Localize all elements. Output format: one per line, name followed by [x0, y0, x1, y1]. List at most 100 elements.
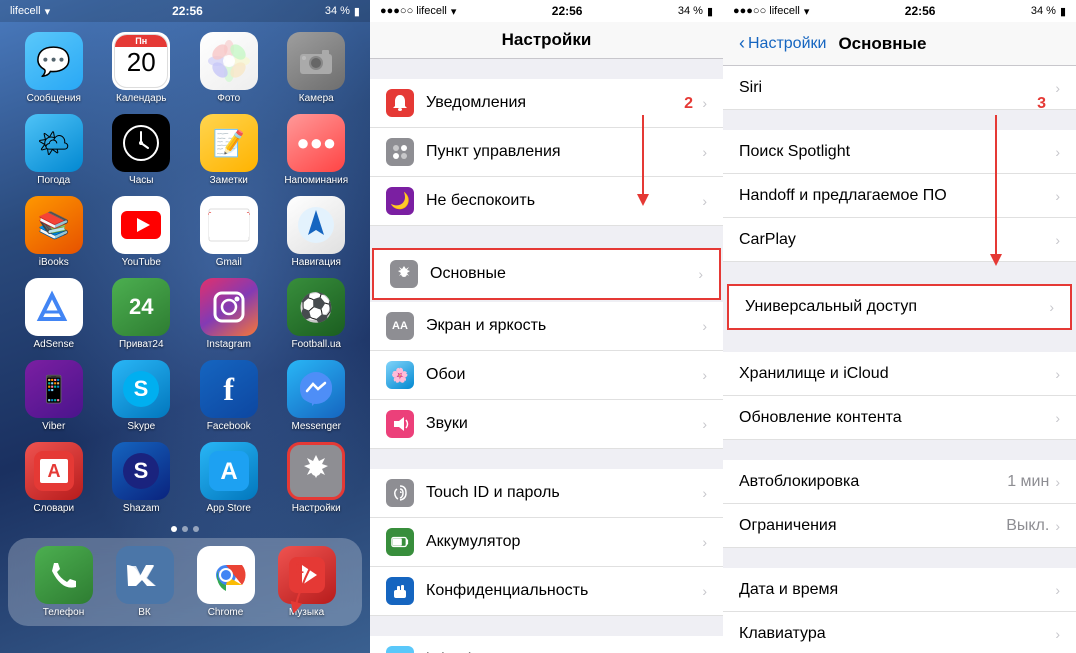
dot-1 [171, 526, 177, 532]
app-item-weather[interactable]: 🌤 Погода [15, 114, 93, 186]
app-icon-football[interactable]: ⚽ [287, 278, 345, 336]
app-icon-messages[interactable]: 💬 [25, 32, 83, 90]
settings-row-control[interactable]: Пункт управления › [370, 128, 723, 177]
app-icon-privat24[interactable]: 24 [112, 278, 170, 336]
app-item-messages[interactable]: 💬 Сообщения [15, 32, 93, 104]
app-icon-youtube[interactable] [112, 196, 170, 254]
dock-label-chrome: Chrome [208, 607, 244, 618]
app-icon-settings[interactable] [287, 442, 345, 500]
settings3-row-carplay[interactable]: CarPlay › [723, 218, 1076, 262]
battery: 34 % [325, 5, 350, 17]
settings3-row-autolock[interactable]: Автоблокировка 1 мин › [723, 460, 1076, 504]
wallpaper-icon: 🌸 [386, 361, 414, 389]
settings3-row-restrictions[interactable]: Ограничения Выкл. › [723, 504, 1076, 548]
app-icon-skype[interactable]: S [112, 360, 170, 418]
app-icon-instagram[interactable] [200, 278, 258, 336]
app-icon-camera[interactable] [287, 32, 345, 90]
settings3-row-storage[interactable]: Хранилище и iCloud › [723, 352, 1076, 396]
carrier: lifecell [10, 5, 41, 17]
app-icon-weather[interactable]: 🌤 [25, 114, 83, 172]
app-item-notes[interactable]: 📝 Заметки [190, 114, 268, 186]
settings-row-display[interactable]: AA Экран и яркость › [370, 302, 723, 351]
app-item-gmail[interactable]: Gmail [190, 196, 268, 268]
settings3-row-keyboard[interactable]: Клавиатура › [723, 612, 1076, 653]
app-item-navigation[interactable]: Навигация [278, 196, 356, 268]
app-item-instagram[interactable]: Instagram [190, 278, 268, 350]
settings-row-sounds[interactable]: Звуки › [370, 400, 723, 449]
app-item-messenger[interactable]: Messenger [278, 360, 356, 432]
app-item-youtube[interactable]: YouTube [103, 196, 181, 268]
viber-emoji: 📱 [38, 374, 70, 405]
app-label-shazam: Shazam [123, 503, 160, 514]
settings-row-notifications[interactable]: Уведомления › [370, 79, 723, 128]
app-item-skype[interactable]: S Skype [103, 360, 181, 432]
spotlight-chevron: › [1055, 144, 1060, 160]
dock-chrome[interactable]: Chrome [197, 546, 255, 618]
app-icon-gmail[interactable] [200, 196, 258, 254]
wifi-icon: ▾ [45, 5, 51, 18]
app-icon-reminders[interactable]: ●●● [287, 114, 345, 172]
app-icon-messenger[interactable] [287, 360, 345, 418]
back-button[interactable]: ‹ Настройки [739, 33, 826, 54]
app-item-calendar[interactable]: Пн 20 Календарь [103, 32, 181, 104]
app-item-reminders[interactable]: ●●● Напоминания [278, 114, 356, 186]
settings3-row-siri[interactable]: Siri › [723, 66, 1076, 110]
settings-row-general[interactable]: Основные › [372, 248, 721, 300]
touchid-label: Touch ID и пароль [426, 484, 702, 502]
app-icon-clock[interactable] [112, 114, 170, 172]
notifications-icon [386, 89, 414, 117]
app-item-ibooks[interactable]: 📚 iBooks [15, 196, 93, 268]
app-item-adsense[interactable]: AdSense [15, 278, 93, 350]
settings-row-wallpaper[interactable]: 🌸 Обои › [370, 351, 723, 400]
app-item-clock[interactable]: Часы [103, 114, 181, 186]
app-item-football[interactable]: ⚽ Football.ua [278, 278, 356, 350]
settings3-row-universal[interactable]: Универсальный доступ › [727, 284, 1072, 330]
settings-row-battery[interactable]: Аккумулятор › [370, 518, 723, 567]
app-icon-calendar[interactable]: Пн 20 [112, 32, 170, 90]
app-item-facebook[interactable]: f Facebook [190, 360, 268, 432]
settings3-row-spotlight[interactable]: Поиск Spotlight › [723, 130, 1076, 174]
settings3-row-handoff[interactable]: Handoff и предлагаемое ПО › [723, 174, 1076, 218]
settings-row-privacy[interactable]: Конфиденциальность › [370, 567, 723, 616]
settings-row-dnd[interactable]: 🌙 Не беспокоить › [370, 177, 723, 226]
storage-chevron: › [1055, 366, 1060, 382]
app-icon-slovari[interactable]: A [25, 442, 83, 500]
settings-row-icloud[interactable]: iCloud › [370, 636, 723, 653]
app-item-settings[interactable]: Настройки [278, 442, 356, 514]
dock-phone[interactable]: Телефон [35, 546, 93, 618]
app-icon-facebook[interactable]: f [200, 360, 258, 418]
status-bar-phone1: lifecell ▾ 22:56 34 % ▮ [0, 0, 370, 22]
app-label-camera: Камера [299, 93, 334, 104]
settings3-row-content[interactable]: Обновление контента › [723, 396, 1076, 440]
app-icon-ibooks[interactable]: 📚 [25, 196, 83, 254]
app-item-appstore[interactable]: A App Store [190, 442, 268, 514]
status-bar-phone2: ●●●○○ lifecell ▾ 22:56 34 % ▮ [370, 0, 723, 22]
settings3-row-datetime[interactable]: Дата и время › [723, 568, 1076, 612]
app-icon-viber[interactable]: 📱 [25, 360, 83, 418]
app-item-shazam[interactable]: S Shazam [103, 442, 181, 514]
app-icon-photos[interactable] [200, 32, 258, 90]
app-icon-shazam[interactable]: S [112, 442, 170, 500]
app-item-viber[interactable]: 📱 Viber [15, 360, 93, 432]
dock-icon-vk[interactable] [116, 546, 174, 604]
app-item-photos[interactable]: Фото [190, 32, 268, 104]
settings-row-touchid[interactable]: Touch ID и пароль › [370, 469, 723, 518]
app-label-weather: Погода [37, 175, 70, 186]
app-icon-notes[interactable]: 📝 [200, 114, 258, 172]
app-icon-adsense[interactable] [25, 278, 83, 336]
dock-icon-chrome[interactable] [197, 546, 255, 604]
app-icon-appstore[interactable]: A [200, 442, 258, 500]
app-item-camera[interactable]: Камера [278, 32, 356, 104]
status-bar-phone3: ●●●○○ lifecell ▾ 22:56 34 % ▮ [723, 0, 1076, 22]
dock-icon-phone[interactable] [35, 546, 93, 604]
app-label-skype: Skype [127, 421, 155, 432]
dnd-icon: 🌙 [386, 187, 414, 215]
svg-text:A: A [220, 458, 237, 485]
autolock-label: Автоблокировка [739, 473, 1007, 491]
app-item-privat24[interactable]: 24 Приват24 [103, 278, 181, 350]
app-icon-navigation[interactable] [287, 196, 345, 254]
app-item-slovari[interactable]: A Словари [15, 442, 93, 514]
phone-icon-svg [48, 559, 80, 591]
carplay-chevron: › [1055, 232, 1060, 248]
dock-vk[interactable]: ВК [116, 546, 174, 618]
